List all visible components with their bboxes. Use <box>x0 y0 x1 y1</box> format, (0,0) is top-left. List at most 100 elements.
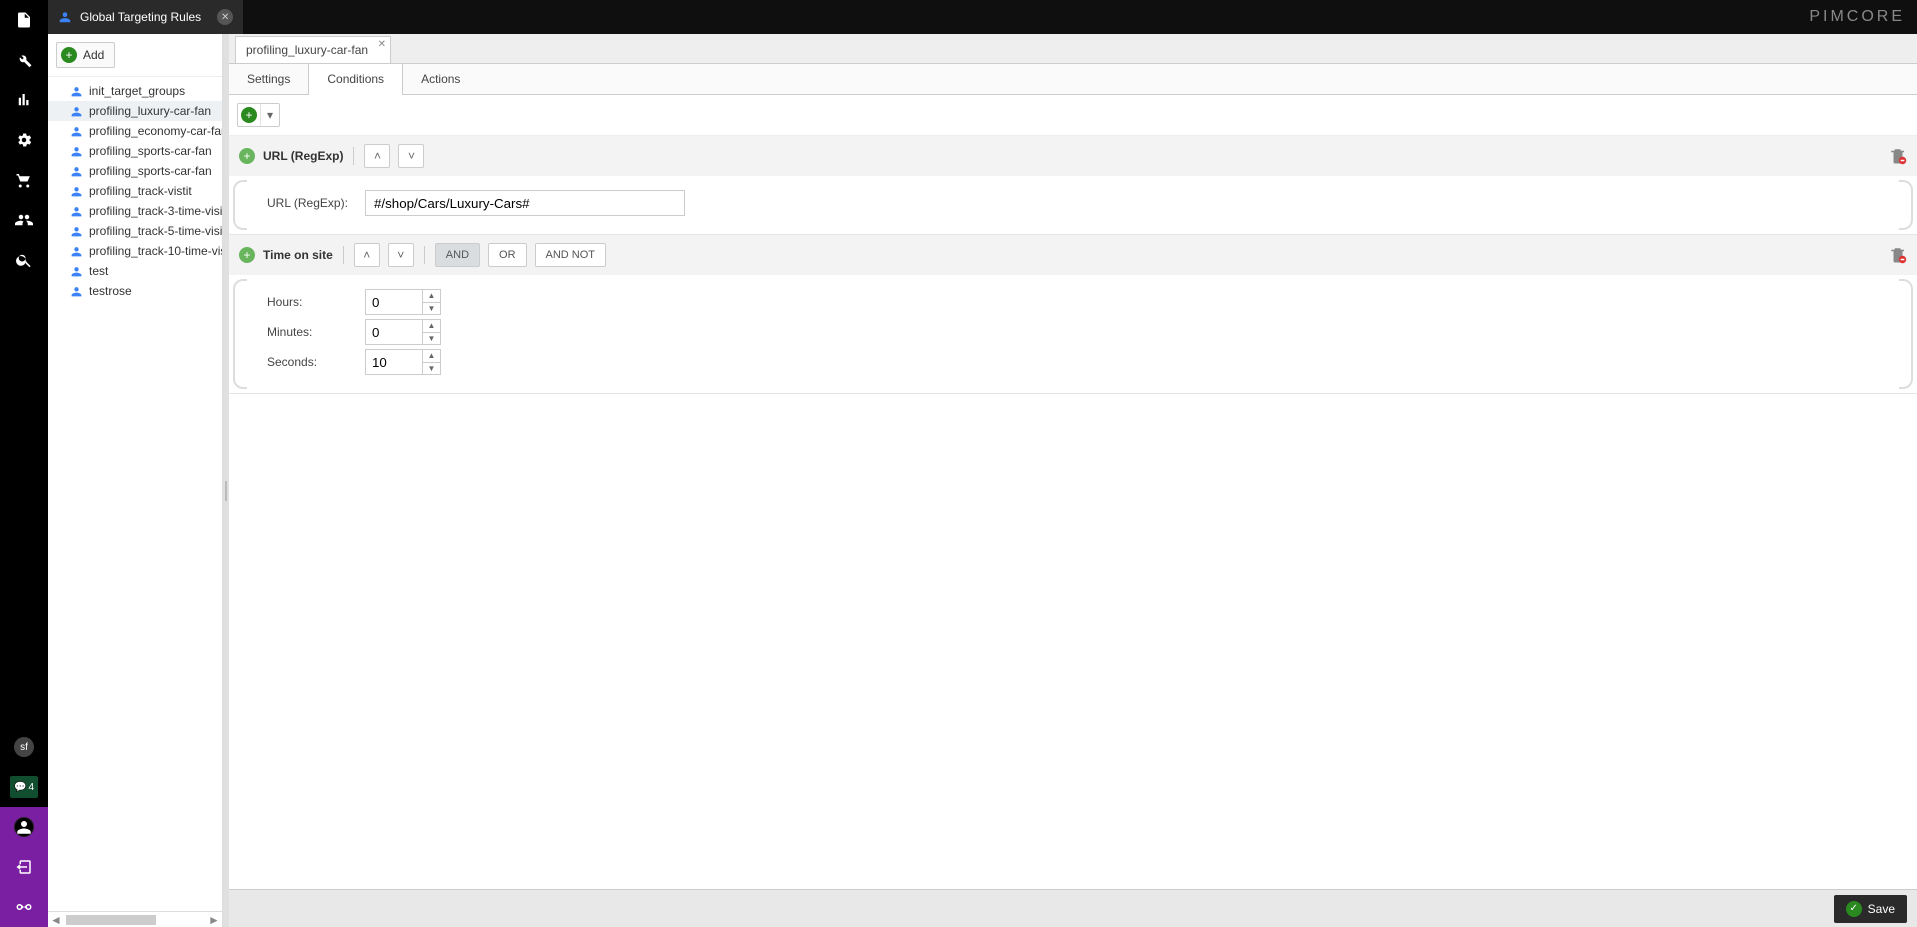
spinner-input[interactable] <box>366 320 422 344</box>
footer-bar: ✓ Save <box>229 889 1917 927</box>
rule-item[interactable]: profiling_sports-car-fan <box>48 141 222 161</box>
spinner-down-icon[interactable]: ▼ <box>423 333 440 345</box>
rail-gear-icon[interactable] <box>0 120 48 160</box>
rule-item-label: profiling_economy-car-fan <box>89 124 222 138</box>
user-icon <box>58 10 72 24</box>
plus-icon[interactable]: + <box>239 148 255 164</box>
user-icon <box>70 225 83 238</box>
user-icon <box>70 125 83 138</box>
rail-wrench-icon[interactable] <box>0 40 48 80</box>
rail-badge-count: 4 <box>28 782 34 793</box>
delete-icon[interactable] <box>1889 246 1907 264</box>
rule-item[interactable]: profiling_track-vistit <box>48 181 222 201</box>
conditions-toolbar: + ▾ <box>229 95 1917 136</box>
move-up-button[interactable]: ˄ <box>364 144 390 168</box>
spinner-up-icon[interactable]: ▲ <box>423 290 440 303</box>
brand-logo: PIMCORE <box>1809 0 1905 34</box>
tab-settings[interactable]: Settings <box>229 64 308 94</box>
op-and-not-button[interactable]: AND NOT <box>535 243 607 267</box>
save-label: Save <box>1868 902 1895 916</box>
splitter[interactable] <box>223 34 229 927</box>
number-spinner: ▲ ▼ <box>365 289 441 315</box>
rule-item[interactable]: profiling_track-5-time-visitor <box>48 221 222 241</box>
horizontal-scrollbar[interactable]: ◄ ► <box>48 911 222 927</box>
op-or-button[interactable]: OR <box>488 243 527 267</box>
spinner-down-icon[interactable]: ▼ <box>423 303 440 315</box>
user-icon <box>70 145 83 158</box>
field-label: Seconds: <box>267 355 351 369</box>
spinner-input[interactable] <box>366 290 422 314</box>
condition-block: + Time on site ˄ ˅ AND OR AND NOT Hours:… <box>229 235 1917 394</box>
scroll-left-icon[interactable]: ◄ <box>48 913 64 927</box>
rule-item[interactable]: init_target_groups <box>48 81 222 101</box>
url-regexp-input[interactable] <box>365 190 685 216</box>
chevron-down-icon[interactable]: ▾ <box>260 104 279 126</box>
file-tab-close-icon[interactable]: ✕ <box>378 39 386 50</box>
rule-item[interactable]: profiling_luxury-car-fan <box>48 101 222 121</box>
rail-account-icon[interactable] <box>0 807 48 847</box>
rail-chart-icon[interactable] <box>0 80 48 120</box>
rule-item-label: profiling_track-5-time-visitor <box>89 224 222 238</box>
tab-actions[interactable]: Actions <box>403 64 478 94</box>
condition-header: + Time on site ˄ ˅ AND OR AND NOT <box>229 235 1917 275</box>
number-spinner: ▲ ▼ <box>365 349 441 375</box>
rail-notifications-icon[interactable]: 💬4 <box>0 767 48 807</box>
rail-infinity-icon[interactable] <box>0 887 48 927</box>
scroll-right-icon[interactable]: ► <box>206 913 222 927</box>
close-icon[interactable]: ✕ <box>217 9 233 25</box>
rail-cart-icon[interactable] <box>0 160 48 200</box>
rule-item-label: test <box>89 264 108 278</box>
form-row: Hours: ▲ ▼ <box>267 289 1907 315</box>
rule-item[interactable]: profiling_track-3-time-visitor <box>48 201 222 221</box>
condition-block: + URL (RegExp) ˄ ˅ URL (RegExp): <box>229 136 1917 235</box>
rail-search-icon[interactable] <box>0 240 48 280</box>
rule-item[interactable]: testrose <box>48 281 222 301</box>
rail-people-icon[interactable] <box>0 200 48 240</box>
paren-right-icon <box>1899 180 1913 230</box>
field-label: Minutes: <box>267 325 351 339</box>
rail-file-icon[interactable] <box>0 0 48 40</box>
delete-icon[interactable] <box>1889 147 1907 165</box>
user-icon <box>70 205 83 218</box>
rail-symfony-icon[interactable]: sf <box>0 727 48 767</box>
rule-item[interactable]: profiling_track-10-time-visitor <box>48 241 222 261</box>
spinner-down-icon[interactable]: ▼ <box>423 363 440 375</box>
rule-item-label: profiling_luxury-car-fan <box>89 104 211 118</box>
save-button[interactable]: ✓ Save <box>1834 895 1907 923</box>
move-down-button[interactable]: ˅ <box>388 243 414 267</box>
window-tab-targeting[interactable]: Global Targeting Rules ✕ <box>48 0 243 34</box>
condition-header: + URL (RegExp) ˄ ˅ <box>229 136 1917 176</box>
rules-tree: init_target_groups profiling_luxury-car-f… <box>48 77 222 911</box>
form-row: URL (RegExp): <box>267 190 1907 216</box>
user-icon <box>70 265 83 278</box>
op-and-button[interactable]: AND <box>435 243 480 267</box>
rail-exit-icon[interactable] <box>0 847 48 887</box>
rule-item[interactable]: test <box>48 261 222 281</box>
add-condition-button[interactable]: + ▾ <box>237 103 280 127</box>
tab-conditions[interactable]: Conditions <box>308 63 403 95</box>
field-label: Hours: <box>267 295 351 309</box>
condition-body: Hours: ▲ ▼ Minutes: ▲ ▼ Seconds: <box>229 275 1917 393</box>
form-row: Minutes: ▲ ▼ <box>267 319 1907 345</box>
file-tab-active[interactable]: profiling_luxury-car-fan ✕ <box>235 36 391 63</box>
plus-icon[interactable]: + <box>239 247 255 263</box>
user-icon <box>70 285 83 298</box>
rule-item[interactable]: profiling_sports-car-fan <box>48 161 222 181</box>
add-rule-button[interactable]: + Add <box>56 42 115 68</box>
spinner-input[interactable] <box>366 350 422 374</box>
sub-tabs: Settings Conditions Actions <box>229 64 1917 95</box>
rule-item-label: profiling_sports-car-fan <box>89 144 212 158</box>
paren-left-icon <box>233 279 247 389</box>
condition-title: URL (RegExp) <box>263 149 343 163</box>
form-row: Seconds: ▲ ▼ <box>267 349 1907 375</box>
move-up-button[interactable]: ˄ <box>354 243 380 267</box>
plus-icon: + <box>61 47 77 63</box>
rule-item[interactable]: profiling_economy-car-fan <box>48 121 222 141</box>
spinner-up-icon[interactable]: ▲ <box>423 320 440 333</box>
move-down-button[interactable]: ˅ <box>398 144 424 168</box>
paren-right-icon <box>1899 279 1913 389</box>
spinner-up-icon[interactable]: ▲ <box>423 350 440 363</box>
user-icon <box>70 185 83 198</box>
scroll-thumb[interactable] <box>66 915 156 925</box>
user-icon <box>70 245 83 258</box>
